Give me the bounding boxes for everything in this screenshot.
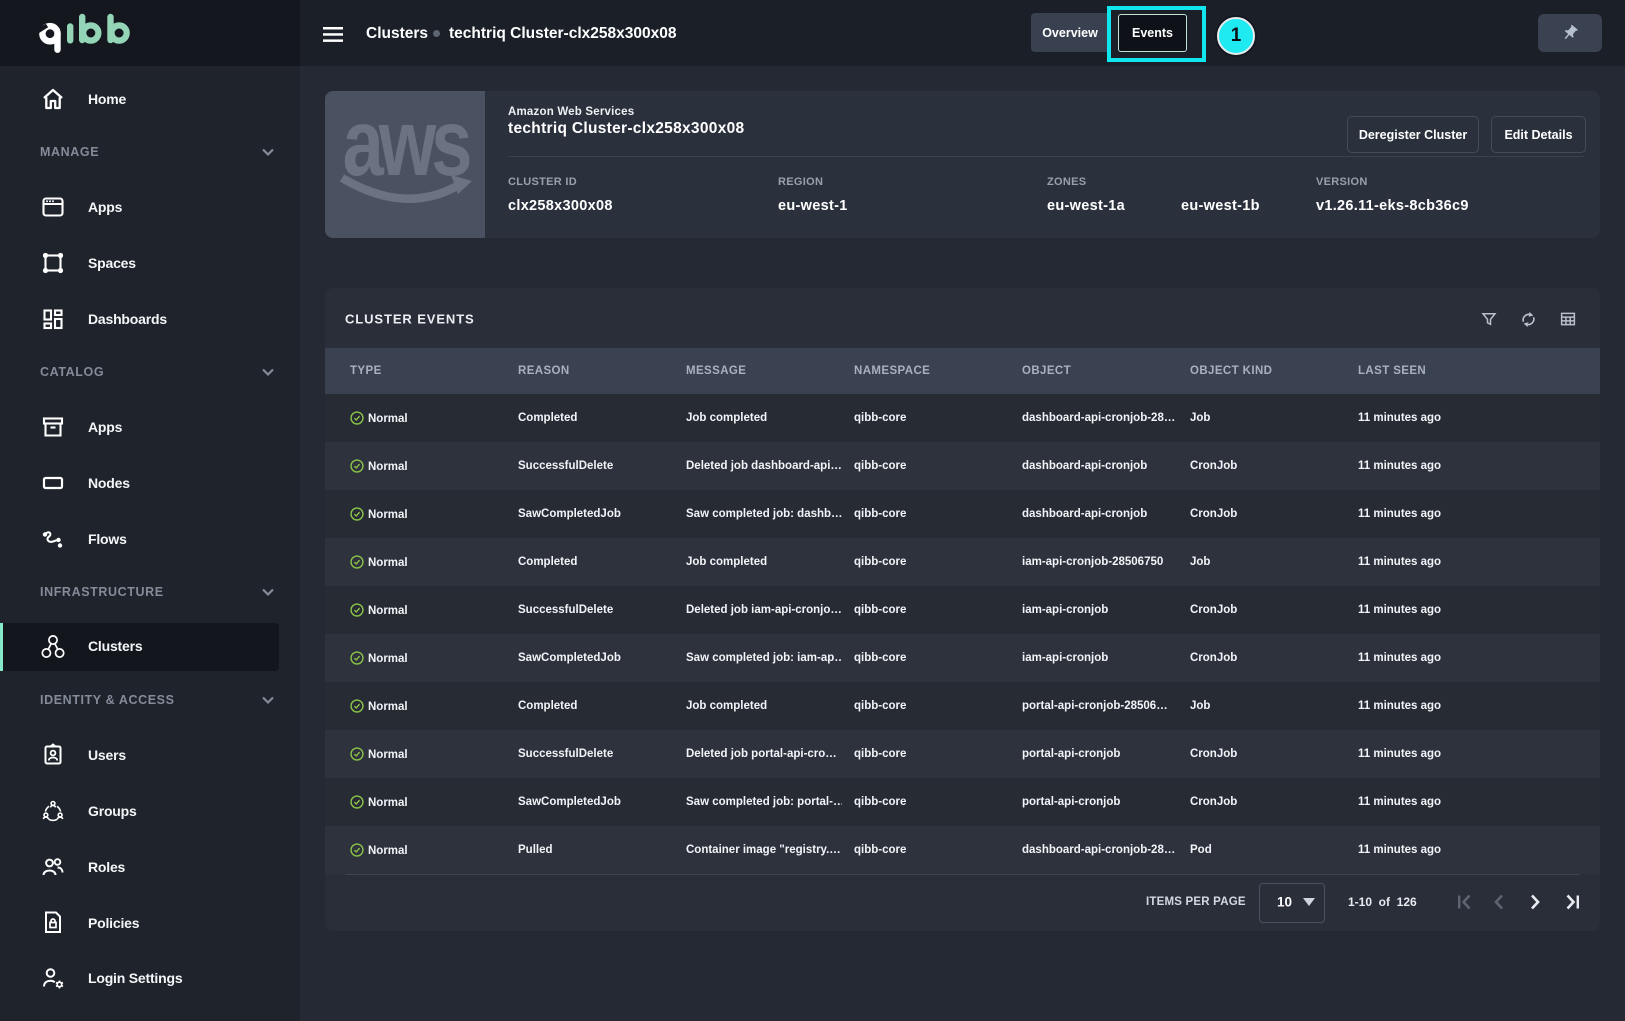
svg-text:aws: aws — [343, 91, 470, 196]
